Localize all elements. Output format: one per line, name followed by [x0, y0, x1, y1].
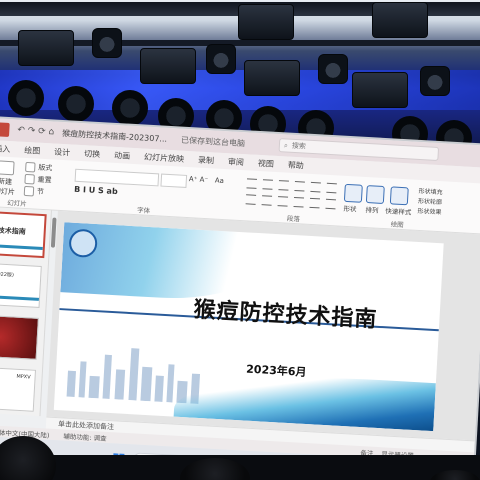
tab-review[interactable]: 审阅 [228, 156, 245, 168]
powerpoint-logo-icon [0, 122, 10, 137]
font-format-buttons[interactable]: B I U S ab [74, 185, 118, 196]
quick-access-toolbar[interactable]: ↶ ↷ ⟳ ⌂ [17, 125, 54, 137]
reset-button[interactable]: 重置 [24, 173, 52, 185]
stage-light [420, 66, 450, 96]
shape-outline-button[interactable]: 形状轮廓 [418, 196, 442, 206]
slide-thumbnails-pane: 技术指南 (2022版) MPXV [0, 206, 52, 417]
section-icon [23, 185, 35, 197]
photo-scene: ↶ ↷ ⟳ ⌂ 猴痘防控技术指南-202307... 已保存到这台电脑 ⌕ 搜索… [0, 0, 480, 480]
shape-fill-button[interactable]: 形状填充 [418, 186, 442, 196]
slide-thumbnail[interactable]: 技术指南 [0, 211, 47, 259]
new-slide-icon [0, 160, 15, 176]
layout-button[interactable]: 版式 [25, 161, 53, 173]
tab-record[interactable]: 录制 [198, 154, 215, 166]
stage-light [140, 48, 196, 84]
drawing-group-label: 绘图 [390, 220, 404, 230]
tab-transitions[interactable]: 切换 [84, 148, 101, 160]
paragraph-group-label: 段落 [286, 214, 301, 224]
tab-animations[interactable]: 动画 [114, 149, 131, 161]
quick-styles-label: 快速样式 [385, 207, 412, 217]
slide-thumbnail[interactable]: (2022版) [0, 262, 42, 308]
section-button[interactable]: 节 [23, 185, 45, 197]
arrange-label: 排列 [365, 205, 379, 215]
stage-spotlight [112, 90, 148, 126]
slide-thumbnail[interactable] [0, 314, 39, 360]
shapes-label: 形状 [343, 204, 357, 214]
tab-design[interactable]: 设计 [54, 146, 71, 158]
reset-icon [24, 173, 35, 185]
quick-styles-icon[interactable] [389, 186, 409, 206]
new-slide-button[interactable]: 新建 幻灯片 [0, 160, 17, 197]
stage-light [206, 44, 236, 74]
shapes-icon[interactable] [343, 183, 363, 203]
font-size-select[interactable] [160, 173, 188, 188]
thumbnail-text: MPXV [16, 373, 31, 381]
tab-draw[interactable]: 绘图 [24, 144, 41, 156]
tab-help[interactable]: 帮助 [288, 159, 305, 171]
stage-spotlight [58, 86, 94, 122]
shape-effects-button[interactable]: 形状效果 [417, 206, 441, 216]
font-name-select[interactable] [74, 168, 160, 187]
stage-light [18, 30, 74, 66]
tab-view[interactable]: 视图 [258, 157, 275, 169]
alignment-buttons[interactable] [245, 194, 336, 210]
font-size-grow-buttons[interactable]: A⁺ A⁻ [189, 175, 209, 184]
save-status: 已保存到这台电脑 [180, 135, 246, 148]
slide-thumbnail[interactable]: MPXV [0, 366, 37, 412]
current-slide[interactable]: 猴痘防控技术指南 2023年6月 [53, 222, 444, 432]
section-label: 节 [36, 187, 45, 197]
search-placeholder: 搜索 [291, 141, 307, 151]
stage-spotlight [8, 80, 44, 116]
stage-light [352, 72, 408, 108]
thumbnail-decoration [0, 244, 43, 251]
thumbnail-text: (2022版) [0, 271, 15, 279]
thumbnail-title: 技术指南 [0, 226, 26, 237]
new-slide-label: 新建 幻灯片 [0, 177, 16, 197]
paragraph-buttons[interactable] [246, 178, 337, 194]
thumbnail-decoration [0, 295, 40, 301]
slides-group-label: 幻灯片 [7, 198, 27, 209]
stage-light [318, 54, 348, 84]
search-icon: ⌕ [283, 140, 289, 150]
clear-format-button[interactable]: Aa [215, 177, 225, 185]
font-group-label: 字体 [136, 206, 151, 215]
layout-label: 版式 [38, 163, 53, 173]
stage-light [92, 28, 122, 58]
stage-light [372, 2, 428, 38]
tab-insert[interactable]: 插入 [0, 143, 11, 155]
reset-label: 重置 [37, 175, 52, 185]
stage-light [244, 60, 300, 96]
slide-title[interactable]: 猴痘防控技术指南 [145, 289, 426, 337]
stage-light [238, 4, 294, 40]
tab-slideshow[interactable]: 幻灯片放映 [144, 151, 185, 164]
arrange-icon[interactable] [365, 185, 385, 205]
document-filename: 猴痘防控技术指南-202307... [61, 128, 168, 144]
projected-screen: ↶ ↷ ⟳ ⌂ 猴痘防控技术指南-202307... 已保存到这台电脑 ⌕ 搜索… [0, 118, 480, 480]
layout-icon [25, 161, 36, 173]
